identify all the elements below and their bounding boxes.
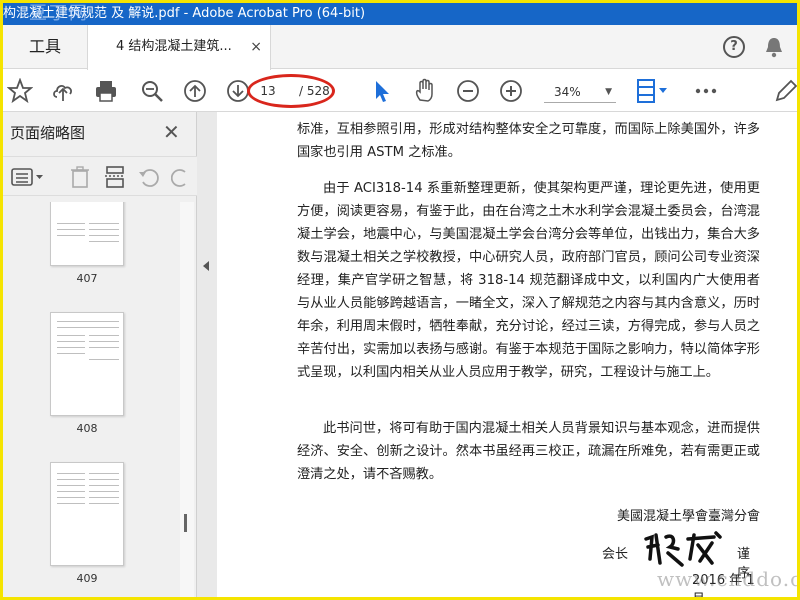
- tab-document[interactable]: 4 结构混凝土建筑... ×: [87, 25, 271, 70]
- zoom-select[interactable]: 34% ▼: [544, 81, 616, 103]
- insert-page-icon[interactable]: [103, 165, 127, 189]
- title-bar: 构混凝土建筑规范 及 解说.pdf - Adobe Acrobat Pro (6…: [3, 3, 797, 25]
- star-icon[interactable]: [7, 78, 33, 104]
- thumbnail-list: 407 408 409: [3, 202, 179, 597]
- panel-collapse-strip[interactable]: [197, 112, 217, 597]
- document-view: 标准，互相参照引用，形成对结构整体安全之可靠度，而国际上除美国外，许多国家也引用…: [217, 112, 797, 597]
- options-menu-icon[interactable]: [11, 166, 45, 188]
- main-toolbar: 13 / 528 34% ▼: [3, 70, 797, 112]
- paragraph: 由于 ACI318-14 系重新整理更新，使其架构更严谨，理论更先进，使用更方便…: [297, 181, 760, 380]
- thumbnail-label: 408: [76, 422, 98, 435]
- thumbnail-page-407[interactable]: [50, 202, 124, 266]
- watermark-logo: 豆丁网: [29, 3, 89, 24]
- bell-icon[interactable]: [764, 36, 784, 58]
- edit-icon[interactable]: [773, 78, 797, 104]
- thumbnail-label: 409: [76, 572, 98, 585]
- tab-close-icon[interactable]: ×: [250, 25, 262, 69]
- zoom-out-icon[interactable]: [455, 78, 481, 104]
- watermark-url: www.cnddo.com: [657, 567, 797, 591]
- trash-icon[interactable]: [69, 165, 91, 189]
- president-label: 会长: [602, 547, 629, 562]
- tab-document-label: 4 结构混凝土建筑...: [116, 39, 232, 54]
- paragraph: 此书问世，将可有助于国内混凝土相关人员背景知识与基本观念，进而提供经济、安全、创…: [297, 421, 760, 482]
- tab-bar: 工具 4 结构混凝土建筑... × ?: [3, 25, 797, 70]
- acrobat-window: 构混凝土建筑规范 及 解说.pdf - Adobe Acrobat Pro (6…: [3, 3, 797, 597]
- paragraph: 标准，互相参照引用，形成对结构整体安全之可靠度，而国际上除美国外，许多国家也引用…: [297, 122, 760, 160]
- pdf-page: 标准，互相参照引用，形成对结构整体安全之可靠度，而国际上除美国外，许多国家也引用…: [297, 112, 760, 597]
- panel-scrollbar-thumb[interactable]: [184, 514, 187, 532]
- zoom-in-icon[interactable]: [498, 78, 524, 104]
- fit-page-icon[interactable]: [635, 78, 671, 104]
- panel-close-icon[interactable]: ✕: [163, 120, 180, 144]
- red-highlight-ellipse: [247, 74, 335, 108]
- more-icon[interactable]: [693, 78, 719, 104]
- signature-org: 美國混凝土學會臺灣分會: [616, 509, 760, 524]
- cloud-upload-icon[interactable]: [50, 78, 76, 104]
- tab-tools[interactable]: 工具: [3, 25, 87, 69]
- panel-toolbar: [3, 156, 197, 196]
- panel-title: 页面缩略图: [10, 124, 86, 142]
- handwritten-signature: [644, 531, 722, 567]
- panel-scrollbar[interactable]: [180, 202, 194, 597]
- page-up-icon[interactable]: [182, 78, 208, 104]
- thumbnail-page-408[interactable]: [50, 312, 124, 416]
- printer-icon[interactable]: [93, 78, 119, 104]
- hand-icon[interactable]: [412, 78, 438, 104]
- zoom-out-magnifier-icon[interactable]: [139, 78, 165, 104]
- help-icon[interactable]: ?: [723, 36, 745, 58]
- select-arrow-icon[interactable]: [369, 78, 395, 104]
- document-scrollbar[interactable]: [787, 112, 797, 597]
- rotate-right-icon[interactable]: [171, 166, 189, 188]
- thumbnails-panel: 页面缩略图 ✕ 407 408 409: [3, 112, 197, 597]
- thumbnail-page-409[interactable]: [50, 462, 124, 566]
- chevron-down-icon: ▼: [605, 87, 612, 97]
- thumbnail-label: 407: [76, 272, 98, 285]
- rotate-left-icon[interactable]: [137, 166, 161, 188]
- zoom-value: 34%: [554, 85, 581, 99]
- collapse-arrow-icon[interactable]: [203, 261, 209, 271]
